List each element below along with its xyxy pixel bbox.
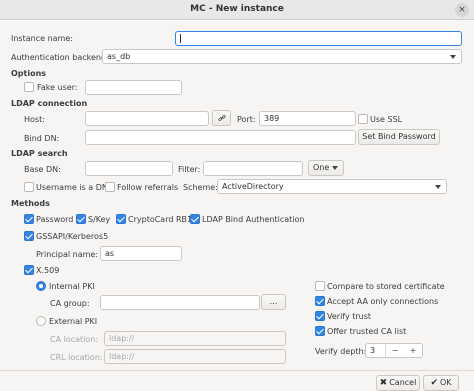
port-label: Port: — [237, 115, 256, 124]
compare-certificate-label: Compare to stored certificate — [327, 282, 445, 291]
fake-user-input[interactable] — [85, 80, 182, 95]
ldap-search-section-title: LDAP search — [11, 149, 68, 158]
ca-group-browse-button[interactable]: ... — [261, 294, 286, 310]
base-dn-input[interactable] — [85, 161, 173, 176]
password-label: Password — [36, 215, 74, 224]
cryptocard-label: CryptoCard RB1 — [128, 215, 193, 224]
link-icon — [218, 115, 226, 121]
auth-backend-value: as_db — [107, 52, 131, 61]
accept-aa-checkbox[interactable] — [315, 296, 325, 306]
scope-dropdown[interactable]: One — [308, 160, 344, 176]
follow-referrals-checkbox[interactable] — [105, 182, 115, 192]
scope-value: One — [313, 163, 330, 172]
cryptocard-checkbox[interactable] — [116, 214, 126, 224]
scheme-value: ActiveDirectory — [222, 182, 284, 191]
verify-depth-label: Verify depth: — [315, 347, 367, 356]
chevron-down-icon — [450, 55, 456, 59]
fake-user-checkbox[interactable] — [24, 82, 34, 92]
cancel-label: Cancel — [389, 378, 417, 387]
fake-user-label: Fake user: — [37, 83, 78, 92]
filter-label: Filter: — [178, 165, 201, 174]
window-close-button[interactable]: × — [455, 3, 469, 17]
cancel-icon: ✖ — [379, 378, 388, 388]
base-dn-label: Base DN: — [24, 165, 61, 174]
title-bar: MC - New instance × — [0, 0, 474, 20]
ok-label: OK — [440, 378, 452, 387]
instance-name-input[interactable] — [175, 31, 462, 46]
ca-group-input[interactable] — [100, 295, 260, 310]
instance-name-label: Instance name: — [11, 34, 73, 43]
gssapi-checkbox[interactable] — [24, 231, 34, 241]
offer-trusted-ca-label: Offer trusted CA list — [327, 327, 407, 336]
text-caret — [180, 33, 181, 43]
host-input[interactable] — [85, 111, 209, 126]
scheme-select[interactable]: ActiveDirectory — [217, 179, 447, 194]
filter-input[interactable] — [203, 161, 303, 176]
bind-dn-label: Bind DN: — [24, 134, 60, 143]
host-label: Host: — [24, 115, 45, 124]
external-pki-radio[interactable] — [36, 316, 46, 326]
internal-pki-radio[interactable] — [36, 281, 46, 291]
ldap-bind-label: LDAP Bind Authentication — [202, 215, 305, 224]
crl-location-label: CRL location: — [50, 353, 103, 362]
ca-location-label: CA location: — [50, 335, 99, 344]
verify-trust-checkbox[interactable] — [315, 311, 325, 321]
skey-label: S/Key — [88, 215, 111, 224]
ok-button[interactable]: ✔ OK — [423, 375, 459, 391]
link-button[interactable] — [212, 110, 231, 126]
accept-aa-label: Accept AA only connections — [327, 297, 439, 306]
principal-name-input[interactable]: as — [100, 246, 182, 261]
chevron-down-icon — [332, 166, 338, 170]
gssapi-label: GSSAPI/Kerberos5 — [36, 232, 109, 241]
principal-name-label: Principal name: — [36, 250, 99, 259]
chevron-down-icon — [435, 185, 441, 189]
compare-certificate-checkbox[interactable] — [315, 281, 325, 291]
cancel-button[interactable]: ✖ Cancel — [376, 375, 420, 391]
use-ssl-label: Use SSL — [370, 115, 403, 124]
external-pki-label: External PKI — [49, 317, 98, 326]
methods-section-title: Methods — [11, 199, 50, 208]
skey-checkbox[interactable] — [76, 214, 86, 224]
port-input[interactable]: 389 — [259, 111, 356, 126]
use-ssl-checkbox[interactable] — [358, 114, 368, 124]
password-checkbox[interactable] — [24, 214, 34, 224]
ok-icon: ✔ — [430, 378, 438, 388]
bind-dn-input[interactable] — [85, 130, 356, 145]
window-title: MC - New instance — [190, 4, 284, 14]
ca-location-input[interactable]: ldap:// — [104, 331, 286, 346]
decrement-button[interactable]: − — [386, 344, 404, 357]
follow-referrals-label: Follow referrals — [117, 183, 179, 192]
verify-depth-value: 3 — [370, 346, 376, 355]
ldap-connection-section-title: LDAP connection — [11, 99, 88, 108]
crl-location-input[interactable]: ldap:// — [104, 349, 286, 364]
verify-trust-label: Verify trust — [327, 312, 372, 321]
auth-backend-label: Authentication backend: — [11, 53, 109, 62]
scheme-label: Scheme: — [183, 183, 218, 192]
increment-button[interactable]: + — [404, 344, 422, 357]
username-is-dn-label: Username is a DN — [36, 183, 108, 192]
footer-divider — [0, 370, 474, 371]
x509-checkbox[interactable] — [24, 265, 34, 275]
x509-label: X.509 — [36, 266, 60, 275]
set-bind-password-button[interactable]: Set Bind Password — [358, 129, 440, 145]
ldap-bind-checkbox[interactable] — [190, 214, 200, 224]
internal-pki-label: Internal PKI — [49, 282, 95, 291]
options-section-title: Options — [11, 69, 47, 78]
username-is-dn-checkbox[interactable] — [24, 182, 34, 192]
auth-backend-select[interactable]: as_db — [102, 49, 462, 64]
offer-trusted-ca-checkbox[interactable] — [315, 326, 325, 336]
ca-group-label: CA group: — [50, 299, 90, 308]
